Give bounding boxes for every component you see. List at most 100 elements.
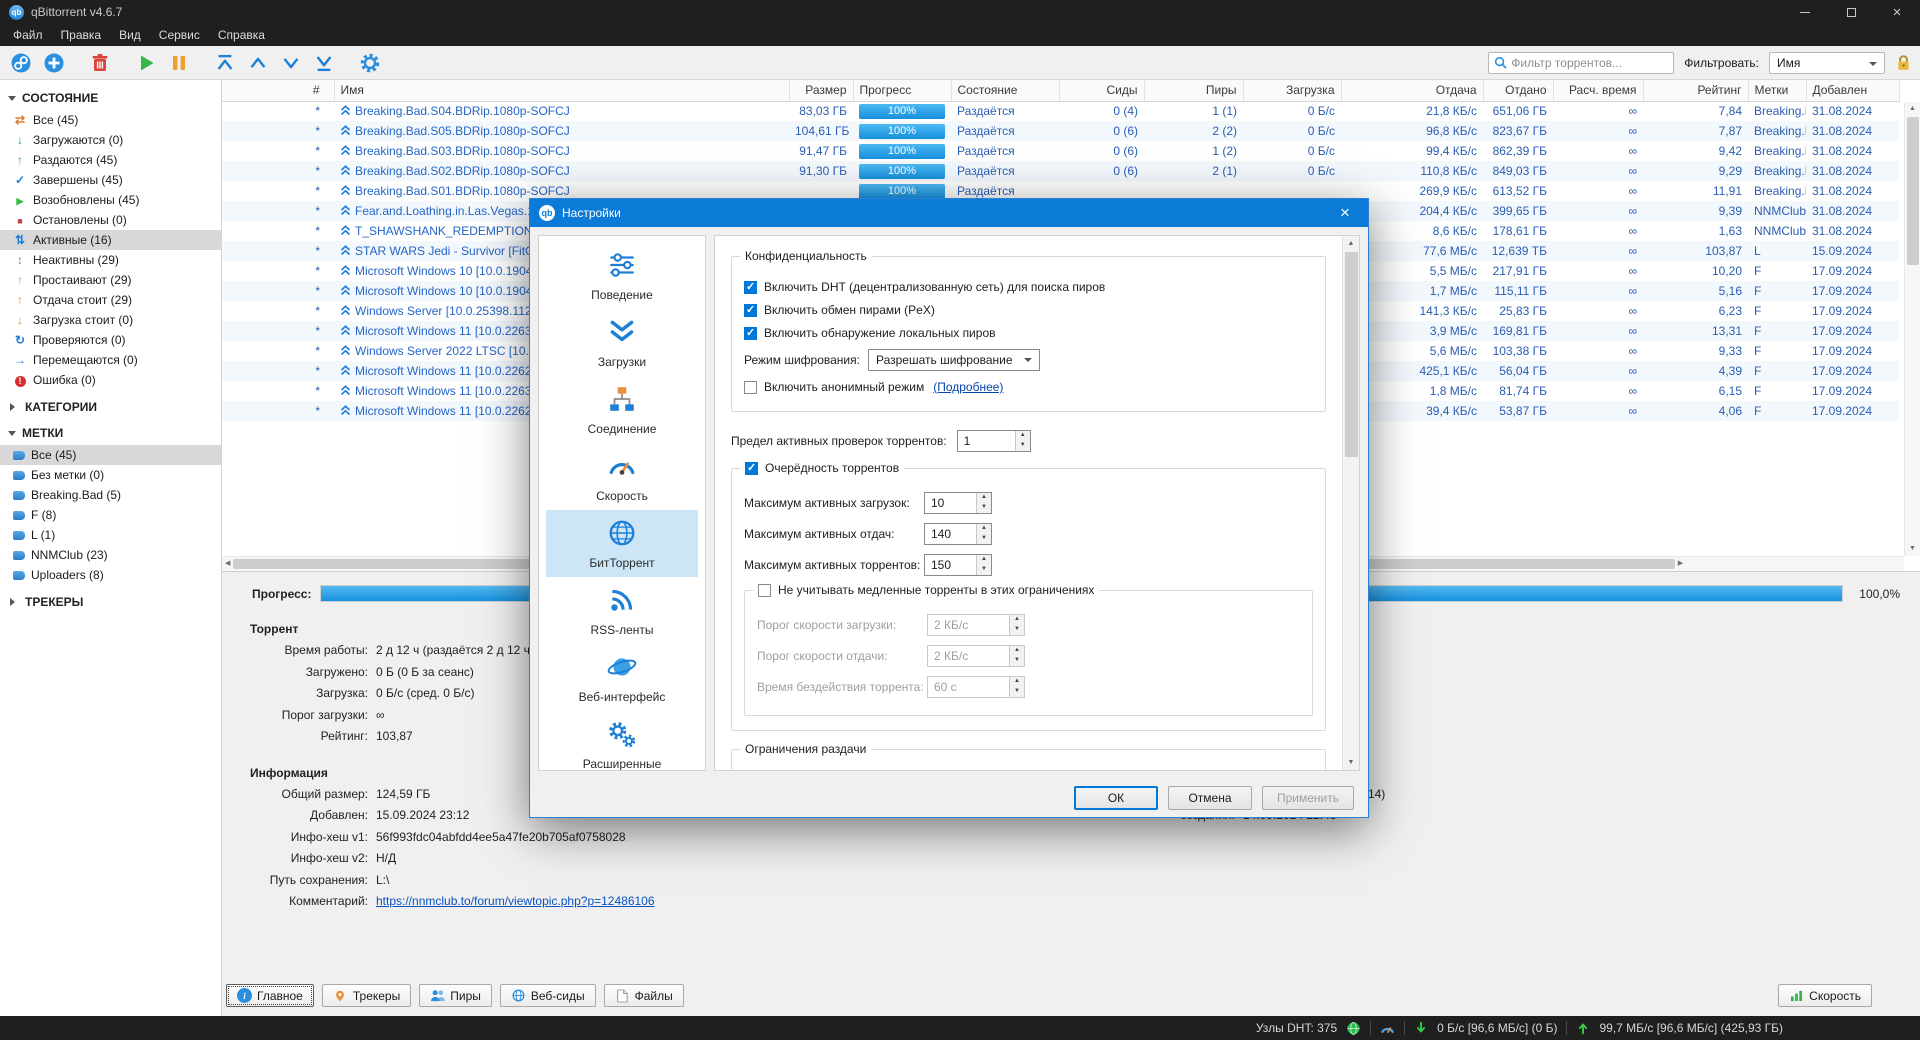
column-header-uploaded[interactable]: Отдано: [1483, 80, 1554, 102]
dht-checkbox[interactable]: [744, 280, 757, 294]
maximize-button[interactable]: [1828, 0, 1874, 24]
max-uploads-spinbox[interactable]: 140 ▲ ▼: [924, 523, 992, 545]
queueing-checkbox[interactable]: [745, 461, 758, 475]
sidebar-status-item[interactable]: Все (45): [0, 110, 221, 130]
sidebar-tag-item[interactable]: Все (45): [0, 445, 221, 465]
menu-item[interactable]: Справка: [209, 24, 274, 46]
column-header-eta[interactable]: Расч. время: [1553, 80, 1644, 102]
settings-nav-behavior[interactable]: Поведение: [546, 242, 698, 309]
sidebar-tag-item[interactable]: L (1): [0, 525, 221, 545]
alt-speed-limits-icon[interactable]: [1380, 1022, 1395, 1035]
title-bar[interactable]: qb qBittorrent v4.6.7 ×: [0, 0, 1920, 24]
move-up-button[interactable]: [245, 50, 271, 76]
sidebar-tag-item[interactable]: F (8): [0, 505, 221, 525]
sidebar-status-item[interactable]: Неактивны (29): [0, 250, 221, 270]
torrent-filter-searchbox[interactable]: [1488, 51, 1675, 74]
spinner-buttons[interactable]: ▲ ▼: [976, 555, 991, 575]
scroll-down-icon[interactable]: ▼: [1909, 542, 1916, 556]
settings-nav-connection[interactable]: Соединение: [546, 376, 698, 443]
scroll-down-icon[interactable]: ▼: [1348, 755, 1355, 770]
spinner-buttons[interactable]: ▲ ▼: [976, 493, 991, 513]
column-header-size[interactable]: Размер: [789, 80, 854, 102]
download-speed-status[interactable]: 0 Б/с [96,6 МБ/с] (0 Б): [1437, 1021, 1557, 1035]
column-header-peers[interactable]: Пиры: [1144, 80, 1244, 102]
search-input[interactable]: [1511, 55, 1669, 70]
add-torrent-file-button[interactable]: [41, 50, 67, 76]
labels-section-header[interactable]: МЕТКИ: [0, 419, 221, 445]
sidebar-status-item[interactable]: Загружаются (0): [0, 130, 221, 150]
settings-nav-speed[interactable]: Скорость: [546, 443, 698, 510]
sidebar-status-item[interactable]: Перемещаются (0): [0, 350, 221, 370]
sidebar-tag-item[interactable]: NNMClub (23): [0, 545, 221, 565]
settings-nav-downloads[interactable]: Загрузки: [546, 309, 698, 376]
scroll-left-icon[interactable]: ◀: [225, 557, 230, 571]
sidebar-status-item[interactable]: Проверяются (0): [0, 330, 221, 350]
lsd-checkbox[interactable]: [744, 326, 757, 340]
connection-status-icon[interactable]: [1346, 1021, 1361, 1036]
speed-graph-button[interactable]: Скорость: [1778, 984, 1872, 1007]
dialog-close-button[interactable]: ×: [1322, 199, 1368, 227]
column-header-progress[interactable]: Прогресс: [853, 80, 952, 102]
sidebar-status-item[interactable]: Остановлены (0): [0, 210, 221, 230]
vertical-scrollbar[interactable]: ▲ ▼: [1904, 102, 1920, 556]
column-header-number[interactable]: #: [222, 80, 335, 102]
column-header-upload[interactable]: Отдача: [1341, 80, 1484, 102]
sidebar-status-item[interactable]: Возобновлены (45): [0, 190, 221, 210]
minimize-button[interactable]: [1782, 0, 1828, 24]
settings-nav-advanced[interactable]: Расширенные: [546, 711, 698, 770]
lock-icon[interactable]: [1895, 54, 1912, 72]
tab-trackers[interactable]: Трекеры: [321, 984, 412, 1007]
options-button[interactable]: [357, 50, 383, 76]
max-torrents-spinbox[interactable]: 150 ▲ ▼: [924, 554, 992, 576]
sidebar-status-item[interactable]: Раздаются (45): [0, 150, 221, 170]
table-row[interactable]: * Breaking.Bad.S03.BDRip.1080p-SOFCJ 91,…: [222, 141, 1899, 161]
max-downloads-spinbox[interactable]: 10 ▲ ▼: [924, 492, 992, 514]
spinner-buttons[interactable]: ▲ ▼: [1014, 431, 1030, 451]
tab-general[interactable]: i Главное: [226, 984, 314, 1007]
spinner-buttons[interactable]: ▲ ▼: [976, 524, 991, 544]
slow-torrents-checkbox[interactable]: [758, 583, 771, 597]
column-header-tags[interactable]: Метки: [1748, 80, 1807, 102]
status-section-header[interactable]: СОСТОЯНИЕ: [0, 84, 221, 110]
column-header-download[interactable]: Загрузка: [1243, 80, 1342, 102]
column-header-name[interactable]: Имя: [334, 80, 790, 102]
move-top-button[interactable]: [212, 50, 238, 76]
tab-webseeds[interactable]: Веб-сиды: [499, 984, 596, 1007]
scroll-up-icon[interactable]: ▲: [1909, 102, 1916, 116]
tab-peers[interactable]: Пиры: [419, 984, 492, 1007]
menu-item[interactable]: Правка: [52, 24, 111, 46]
scroll-up-icon[interactable]: ▲: [1348, 236, 1355, 251]
resume-button[interactable]: [133, 50, 159, 76]
column-header-added[interactable]: Добавлен: [1806, 80, 1900, 102]
move-bottom-button[interactable]: [311, 50, 337, 76]
apply-button[interactable]: Применить: [1261, 786, 1354, 810]
table-row[interactable]: * Breaking.Bad.S04.BDRip.1080p-SOFCJ 83,…: [222, 101, 1899, 121]
column-header-ratio[interactable]: Рейтинг: [1643, 80, 1749, 102]
sidebar-tag-item[interactable]: Breaking.Bad (5): [0, 485, 221, 505]
menu-item[interactable]: Сервис: [150, 24, 209, 46]
ok-button[interactable]: ОК: [1073, 786, 1158, 810]
dialog-titlebar[interactable]: qb Настройки ×: [530, 199, 1368, 227]
sidebar-status-item[interactable]: Загрузка стоит (0): [0, 310, 221, 330]
sidebar-status-item[interactable]: Завершены (45): [0, 170, 221, 190]
scroll-right-icon[interactable]: ▶: [1678, 557, 1683, 571]
anonymous-more-link[interactable]: (Подробнее): [933, 380, 1003, 394]
column-header-seeds[interactable]: Сиды: [1059, 80, 1145, 102]
sidebar-status-item[interactable]: Ошибка (0): [0, 370, 221, 390]
dialog-scrollbar[interactable]: ▲ ▼: [1342, 236, 1359, 770]
move-down-button[interactable]: [278, 50, 304, 76]
anonymous-mode-checkbox[interactable]: [744, 380, 757, 394]
sidebar-tag-item[interactable]: Uploaders (8): [0, 565, 221, 585]
detail-value[interactable]: https://nnmclub.to/forum/viewtopic.php?p…: [376, 891, 655, 913]
filter-column-select[interactable]: Имя: [1769, 51, 1885, 74]
scrollbar-thumb[interactable]: [1906, 117, 1919, 265]
scrollbar-thumb[interactable]: [1344, 252, 1358, 457]
add-torrent-link-button[interactable]: [8, 50, 34, 76]
encryption-mode-select[interactable]: Разрешать шифрование: [867, 349, 1040, 371]
upload-speed-status[interactable]: 99,7 МБ/с [96,6 МБ/с] (425,93 ГБ): [1599, 1021, 1783, 1035]
pause-button[interactable]: [166, 50, 192, 76]
checking-limit-spinbox[interactable]: 1 ▲ ▼: [956, 430, 1031, 452]
column-header-state[interactable]: Состояние: [951, 80, 1060, 102]
menu-item[interactable]: Вид: [110, 24, 150, 46]
settings-nav-rss[interactable]: RSS-ленты: [546, 577, 698, 644]
